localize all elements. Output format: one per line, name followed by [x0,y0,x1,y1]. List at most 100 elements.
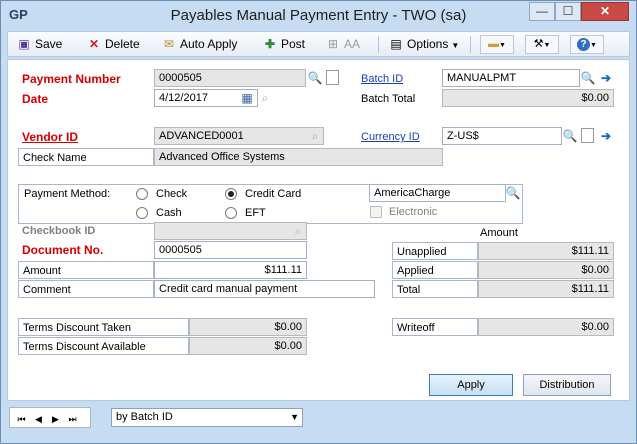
date-label: Date [22,92,49,106]
save-icon: ▣ [18,37,30,51]
envelope-icon: ✉ [163,37,175,51]
check-radio[interactable] [136,188,148,200]
calendar-icon[interactable]: ▦ [239,90,255,106]
help-icon: ? [577,38,591,51]
save-button[interactable]: ▣ Save [16,35,62,53]
checkbook-id-label: Checkbook ID [22,225,96,237]
terms-discount-taken-value: $0.00 [189,318,307,336]
document-icon: ▤ [390,37,402,51]
lookup-icon[interactable]: 🔍 [307,70,323,86]
comment-label: Comment [18,280,154,298]
date-expand-icon[interactable]: ⌕ [257,90,273,106]
sort-by-value: by Batch ID [116,411,173,423]
save-label: Save [35,37,63,51]
arrow-right-icon[interactable]: ➔ [598,128,614,144]
options-button[interactable]: ▤ Options ▼ [388,35,459,53]
apply-button[interactable]: Apply [429,374,513,396]
total-value: $111.11 [478,280,614,298]
options-label: Options [407,37,449,51]
delete-icon: ✕ [88,37,100,51]
toolbar-separator [378,36,379,53]
unapplied-value: $111.11 [478,242,614,260]
check-name-label: Check Name [18,148,154,166]
document-no-field[interactable]: 0000505 [154,241,307,259]
batch-total-value: $0.00 [442,89,614,107]
lookup-icon[interactable]: ⌕ [307,128,323,144]
batch-total-label: Batch Total [361,93,416,105]
folder-dropdown[interactable]: ▬▼ [480,35,514,54]
next-record-icon[interactable]: ▶ [50,414,61,425]
toolbar-separator [470,36,471,53]
tools-icon: ⚒ [533,38,544,50]
total-label: Total [392,280,478,298]
aa-label: AA [344,37,361,51]
applied-value: $0.00 [478,261,614,279]
chevron-down-icon: ▼ [543,42,551,49]
cash-radio[interactable] [136,207,148,219]
arrow-right-icon[interactable]: ➔ [598,70,614,86]
folder-icon: ▬ [488,38,500,50]
amount-header: Amount [480,227,518,239]
credit-card-radio-label: Credit Card [245,188,302,200]
amount-label: Amount [18,261,154,279]
aa-button[interactable]: ⊞ AA [325,35,360,53]
chevron-down-icon: ▼ [290,412,299,422]
payment-number-field[interactable]: 0000505 [154,69,306,87]
post-label: Post [281,37,306,51]
terms-discount-taken-label: Terms Discount Taken [18,318,189,336]
currency-id-link[interactable]: Currency ID [357,128,420,146]
lookup-icon[interactable]: 🔍 [562,128,578,144]
eft-radio-label: EFT [245,207,266,219]
note-icon[interactable] [326,70,339,85]
payment-number-label: Payment Number [22,72,121,86]
help-dropdown[interactable]: ? ▼ [570,35,604,54]
previous-record-icon[interactable]: ◀ [33,414,44,425]
post-button[interactable]: ✚ Post [262,35,305,53]
first-record-icon[interactable]: ⏮ [16,414,27,425]
delete-label: Delete [105,37,140,51]
credit-card-radio[interactable] [225,188,237,200]
lookup-icon[interactable]: 🔍 [505,185,521,201]
eft-radio[interactable] [225,207,237,219]
writeoff-value: $0.00 [478,318,614,336]
payment-method-label: Payment Method: [24,188,111,200]
aa-icon: ⊞ [327,37,339,51]
post-icon: ✚ [264,37,276,51]
chevron-down-icon: ▼ [451,41,460,50]
form-area: Payment Number 0000505 🔍 Date 4/12/2017 … [7,59,630,401]
checkbook-id-field [154,222,307,240]
payables-manual-payment-window: GP Payables Manual Payment Entry - TWO (… [0,0,637,444]
vendor-id-link[interactable]: Vendor ID [18,128,78,146]
currency-id-field[interactable]: Z-US$ [442,127,562,145]
toolbar: ▣ Save ✕ Delete ✉ Auto Apply ✚ Post ⊞ AA ▤ Opt… [7,31,630,57]
batch-id-link[interactable]: Batch ID [357,70,403,88]
applied-label: Applied [392,261,478,279]
writeoff-label: Writeoff [392,318,478,336]
credit-card-name-field[interactable]: AmericaCharge [369,184,506,202]
amount-field[interactable]: $111.11 [154,261,307,279]
comment-field[interactable]: Credit card manual payment [154,280,375,298]
vendor-id-field[interactable]: ADVANCED0001 [154,127,324,145]
lookup-icon[interactable]: 🔍 [580,70,596,86]
chevron-down-icon: ▼ [499,42,506,49]
sort-by-dropdown[interactable]: by Batch ID ▼ [111,408,303,427]
tools-dropdown[interactable]: ⚒▼ [525,35,559,54]
batch-id-field[interactable]: MANUALPMT [442,69,580,87]
last-record-icon[interactable]: ⏭ [67,414,78,425]
check-name-field[interactable]: Advanced Office Systems [154,148,443,166]
cash-radio-label: Cash [156,207,182,219]
electronic-checkbox[interactable] [370,206,382,218]
auto-apply-label: Auto Apply [180,37,238,51]
check-radio-label: Check [156,188,188,200]
title-bar: GP Payables Manual Payment Entry - TWO (… [1,1,636,31]
lookup-icon: ⌕ [294,224,302,238]
close-button[interactable]: ✕ [581,2,629,21]
maximize-button[interactable]: ☐ [555,2,581,21]
note-icon[interactable] [581,128,594,143]
document-no-label: Document No. [22,243,104,257]
minimize-button[interactable]: — [529,2,555,21]
delete-button[interactable]: ✕ Delete [86,35,140,53]
electronic-label: Electronic [389,206,438,218]
distribution-button[interactable]: Distribution [523,374,611,396]
auto-apply-button[interactable]: ✉ Auto Apply [161,35,237,53]
